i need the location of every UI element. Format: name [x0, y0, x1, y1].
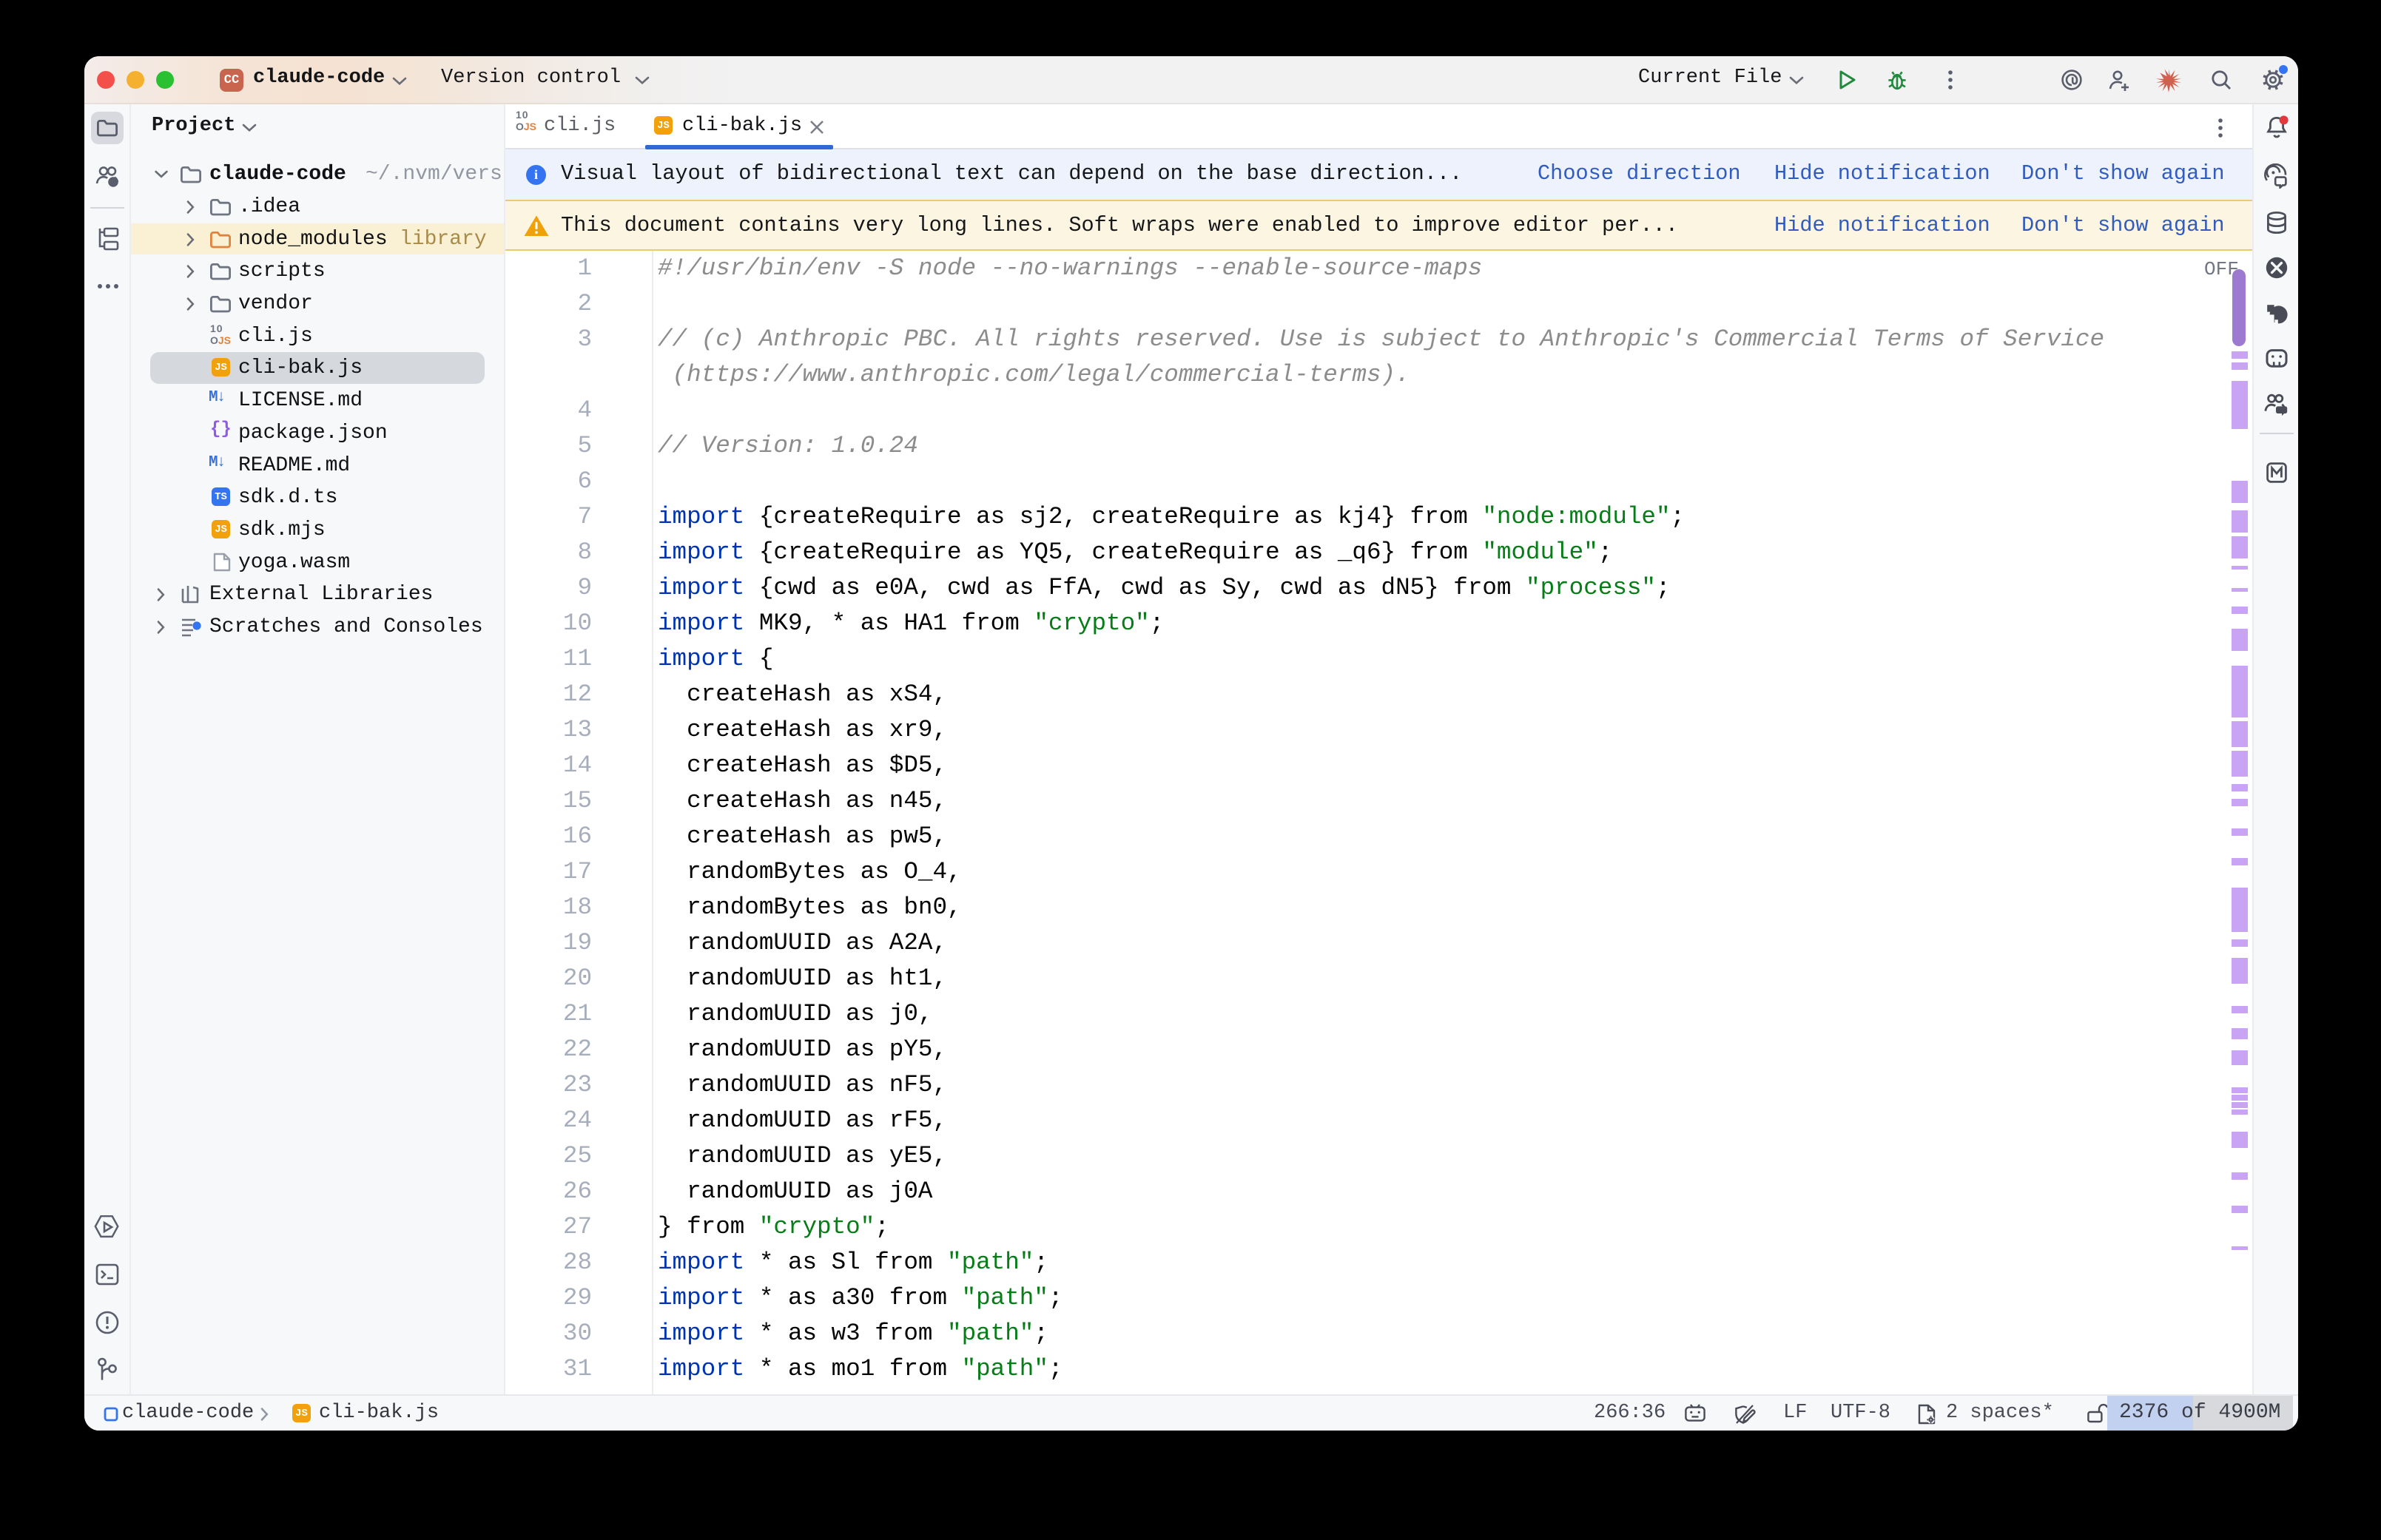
- svg-text:?: ?: [110, 177, 116, 188]
